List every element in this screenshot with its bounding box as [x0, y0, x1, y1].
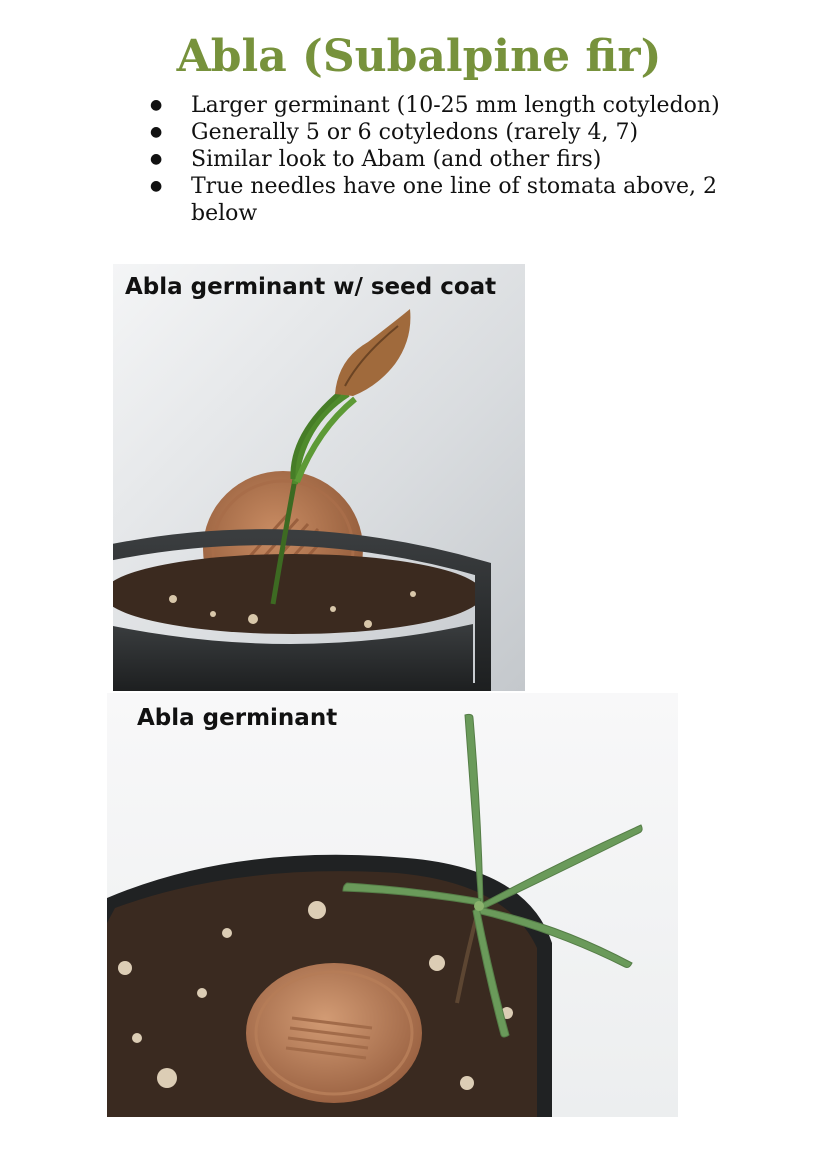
bullet-item: ● Similar look to Abam (and other firs) [150, 147, 602, 172]
bullet-item: ● Generally 5 or 6 cotyledons (rarely 4, … [150, 120, 639, 145]
bullet-dot-icon: ● [150, 151, 163, 167]
germinant-seed-coat-illustration [113, 264, 525, 691]
bullet-item: ● True needles have one line of stomata a… [150, 174, 717, 226]
germinant-illustration [107, 693, 678, 1117]
photo-germinant-seed-coat: Abla germinant w/ seed coat [113, 264, 525, 691]
bullet-dot-icon: ● [150, 124, 163, 140]
photo-germinant: Abla germinant [107, 693, 678, 1117]
photo-caption: Abla germinant [137, 705, 338, 731]
bullet-item: ● Larger germinant (10-25 mm length cotyl… [150, 93, 720, 118]
bullet-dot-icon: ● [150, 97, 163, 113]
bullet-list: ● Larger germinant (10-25 mm length cotyl… [150, 92, 770, 227]
page-title: Abla (Subalpine fir) [176, 31, 662, 82]
photo-caption: Abla germinant w/ seed coat [125, 274, 497, 300]
bullet-dot-icon: ● [150, 178, 163, 194]
